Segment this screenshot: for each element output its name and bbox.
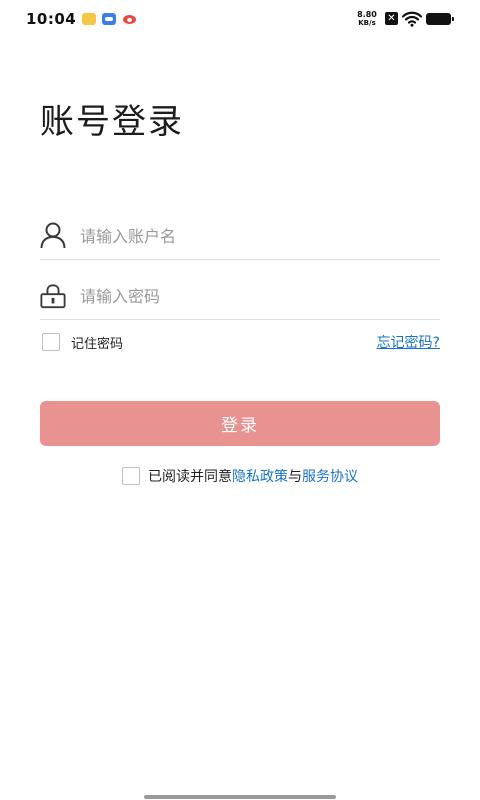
battery-icon	[426, 13, 454, 25]
user-icon	[40, 222, 66, 249]
password-field[interactable]	[40, 270, 440, 320]
remember-password[interactable]: 记住密码	[42, 332, 123, 352]
network-speed: 8.80 KB/s	[354, 10, 380, 28]
lock-icon	[40, 284, 66, 309]
network-speed-unit: KB/s	[358, 19, 376, 27]
password-input[interactable]	[80, 280, 430, 312]
status-time: 10:04	[26, 10, 77, 28]
privacy-policy-link[interactable]: 隐私政策	[232, 466, 288, 486]
agreement-row: 已阅读并同意 隐私政策 与 服务协议	[0, 466, 480, 486]
network-speed-value: 8.80	[357, 10, 377, 19]
page-title: 账号登录	[40, 102, 184, 142]
cloud-app-icon	[102, 13, 116, 25]
forgot-password-link[interactable]: 忘记密码?	[377, 332, 440, 352]
agreement-checkbox[interactable]	[122, 467, 140, 485]
agreement-and: 与	[288, 469, 302, 485]
username-input[interactable]	[80, 220, 430, 252]
home-indicator[interactable]	[144, 795, 336, 799]
remember-label: 记住密码	[71, 336, 124, 352]
login-button[interactable]: 登录	[40, 401, 440, 446]
status-bar: 10:04 8.80 KB/s ✕	[0, 0, 480, 38]
service-agreement-link[interactable]: 服务协议	[302, 466, 358, 486]
remember-checkbox[interactable]	[42, 333, 60, 351]
username-field[interactable]	[40, 210, 440, 260]
agreement-prefix: 已阅读并同意	[148, 469, 232, 485]
close-box-icon: ✕	[385, 12, 398, 25]
wifi-icon	[402, 11, 422, 27]
notes-app-icon	[82, 13, 96, 25]
weibo-app-icon	[122, 13, 138, 25]
